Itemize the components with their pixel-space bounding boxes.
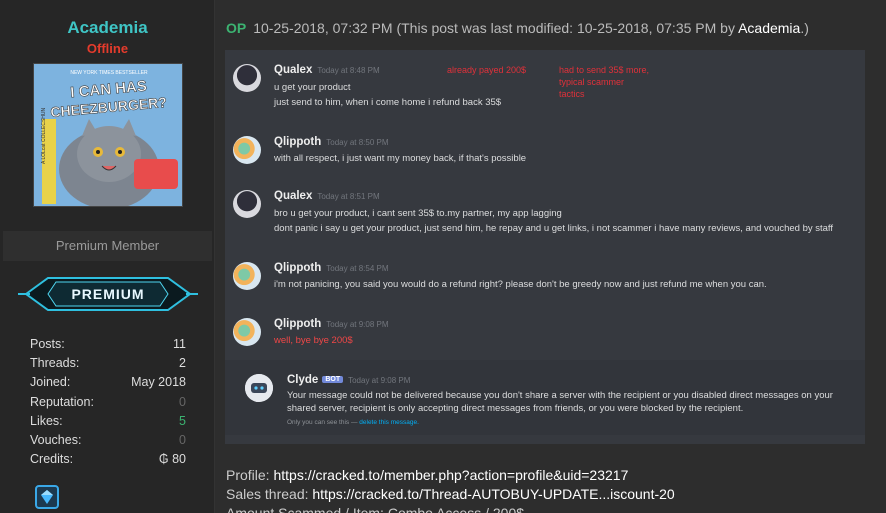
chat-timestamp: Today at 9:08 PM <box>326 320 389 329</box>
user-avatar-icon <box>233 136 261 164</box>
stat-posts: Posts: 11 <box>30 337 186 351</box>
chat-username: Qlippoth <box>274 262 322 274</box>
clyde-avatar-icon <box>245 374 273 402</box>
edit-note-end: .) <box>800 20 809 36</box>
chat-timestamp: Today at 8:54 PM <box>326 264 389 273</box>
chat-line: i'm not panicing, you said you would do … <box>274 279 767 290</box>
chat-username: Qualex <box>274 190 313 202</box>
delete-message-link[interactable]: delete this message. <box>359 419 419 426</box>
premium-badge-icon: PREMIUM <box>18 272 198 317</box>
chat-message: Qlippoth Today at 9:08 PM well, bye bye 2… <box>225 318 865 348</box>
op-label: OP <box>226 20 247 36</box>
user-sidebar: Academia Offline NEW YORK TIMES BESTSELL… <box>0 0 215 513</box>
badge-label: PREMIUM <box>71 286 144 302</box>
user-avatar-icon <box>233 262 261 290</box>
post-header: OP 10-25-2018, 07:32 PM (This post was la… <box>226 20 809 36</box>
chat-username: Qlippoth <box>274 318 322 330</box>
avatar[interactable]: NEW YORK TIMES BESTSELLER I CAN HAS CHEE… <box>33 63 183 207</box>
stat-vouches: Vouches: 0 <box>30 433 186 447</box>
chat-timestamp: Today at 9:08 PM <box>348 376 411 385</box>
chat-username: Qlippoth <box>274 136 322 148</box>
chat-line: Your message could not be delivered beca… <box>287 390 833 401</box>
body-line-profile: Profile: https://cracked.to/member.php?a… <box>226 467 629 483</box>
chat-username: Clyde <box>287 374 319 386</box>
chat-timestamp: Today at 8:51 PM <box>317 192 380 201</box>
chat-message: Qlippoth Today at 8:54 PM i'm not panicin… <box>225 262 865 292</box>
chat-line: dont panic i say u get your product, jus… <box>274 223 834 234</box>
chat-message-bot: Clyde BOT Today at 9:08 PM Your message co… <box>225 360 865 435</box>
online-status: Offline <box>86 41 129 56</box>
user-avatar-icon <box>233 190 261 218</box>
chat-username: Qualex <box>274 64 313 76</box>
user-rank: Premium Member <box>3 231 212 261</box>
post-content: OP 10-25-2018, 07:32 PM (This post was la… <box>215 0 886 513</box>
stat-reputation: Reputation: 0 <box>30 395 186 409</box>
chat-line: with all respect, i just want my money b… <box>274 153 527 164</box>
chat-line: shared server, recipient is only accepti… <box>287 403 744 414</box>
sales-thread-link[interactable]: https://cracked.to/Thread-AUTOBUY-UPDATE… <box>312 486 674 502</box>
chat-message: Qlippoth Today at 8:50 PM with all respec… <box>225 136 865 166</box>
discord-screenshot[interactable]: Qualex Today at 8:48 PM u get your produc… <box>225 50 865 444</box>
avatar-subtitle: A LOLcat COLLECSHUN <box>41 107 47 164</box>
annotation-paid: already payed 200$ <box>447 65 527 75</box>
chat-line: just send to him, when i come home i ref… <box>274 97 502 108</box>
chat-line: well, bye bye 200$ <box>274 335 353 346</box>
edit-note: (This post was last modified: 10-25-2018… <box>396 20 739 36</box>
diamond-icon[interactable] <box>35 485 59 509</box>
profile-link[interactable]: https://cracked.to/member.php?action=pro… <box>273 467 628 483</box>
thread-post: Academia Offline NEW YORK TIMES BESTSELL… <box>0 0 886 513</box>
ephemeral-note: Only you can see this — delete this mess… <box>287 419 419 426</box>
annotation-line: had to send 35$ more, <box>559 65 650 75</box>
chat-line: bro u get your product, i cant sent 35$ … <box>274 208 562 219</box>
username-link[interactable]: Academia <box>0 18 215 38</box>
stat-likes: Likes: 5 <box>30 414 186 428</box>
chat-message: Qualex Today at 8:51 PM bro u get your pr… <box>225 190 865 238</box>
body-line-sales-thread: Sales thread: https://cracked.to/Thread-… <box>226 486 675 502</box>
chat-line: u get your product <box>274 82 351 93</box>
stat-joined: Joined: May 2018 <box>30 375 186 389</box>
stat-credits: Credits: ₲ 80 <box>30 452 186 466</box>
bot-tag: BOT <box>322 376 344 384</box>
chat-timestamp: Today at 8:48 PM <box>317 66 380 75</box>
stat-threads: Threads: 2 <box>30 356 186 370</box>
post-date: 10-25-2018, 07:32 PM <box>253 20 393 36</box>
user-avatar-icon <box>233 318 261 346</box>
body-line-amount: Amount Scammed / Item: Combo Access / 20… <box>226 505 525 513</box>
chat-message: Qualex Today at 8:48 PM u get your produc… <box>225 64 865 112</box>
avatar-tagline: NEW YORK TIMES BESTSELLER <box>70 70 148 76</box>
annotation-line: typical scammer <box>559 77 625 87</box>
user-avatar-icon <box>233 64 261 92</box>
annotation-line: tactics <box>559 89 585 99</box>
chat-timestamp: Today at 8:50 PM <box>326 138 389 147</box>
edit-user-link[interactable]: Academia <box>738 20 800 36</box>
